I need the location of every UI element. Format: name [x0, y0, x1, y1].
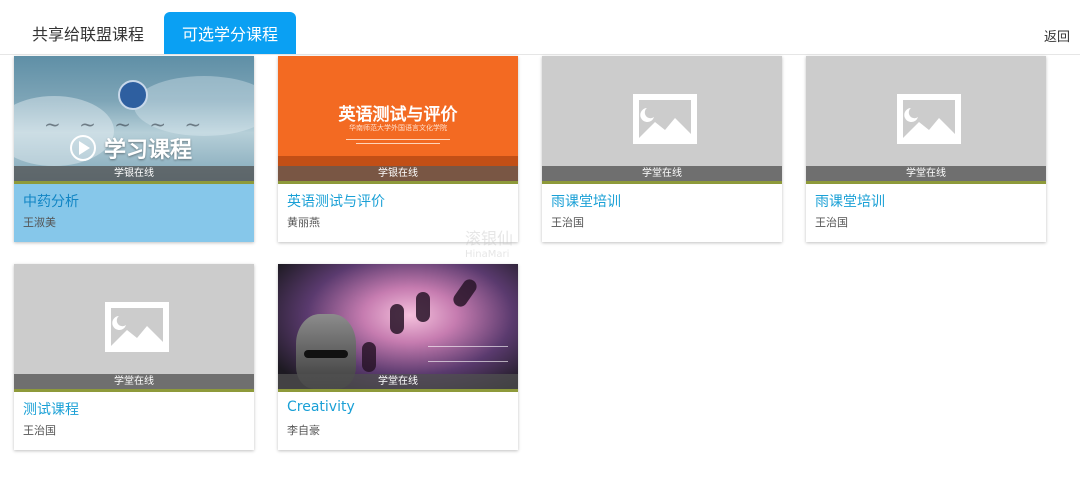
course-card[interactable]: 学堂在线 雨课堂培训 王治国	[806, 56, 1046, 242]
course-card[interactable]: 英语测试与评价 华南师范大学外国语言文化学院 学银在线 英语测试与评价 黄丽燕	[278, 56, 518, 242]
course-title[interactable]: 测试课程	[23, 399, 79, 419]
course-thumbnail: 学堂在线	[14, 264, 254, 392]
watermark-en: HinaMari	[465, 249, 510, 260]
thumbnail-title-text: 英语测试与评价	[338, 105, 458, 125]
course-teacher: 王治国	[551, 216, 584, 229]
thumbnail-subtitle-text: 华南师范大学外国语言文化学院	[349, 124, 447, 132]
back-link[interactable]: 返回	[1044, 26, 1070, 45]
thumbnail-accent-line	[278, 181, 518, 184]
course-card[interactable]: 学堂在线 雨课堂培训 王治国	[542, 56, 782, 242]
calligraphy-decoration: ~ ~ ~ ~ ~	[44, 112, 208, 136]
platform-label: 学堂在线	[14, 374, 254, 389]
thumbnail-accent-line	[14, 389, 254, 392]
tab-shared-alliance-courses[interactable]: 共享给联盟课程	[14, 12, 162, 54]
thumbnail-accent-line	[14, 181, 254, 184]
course-thumbnail: 英语测试与评价 华南师范大学外国语言文化学院 学银在线	[278, 56, 518, 184]
course-thumbnail: 学堂在线	[542, 56, 782, 184]
dancer-figure	[390, 304, 404, 334]
image-placeholder-icon	[633, 94, 697, 144]
platform-label: 学银在线	[278, 166, 518, 181]
play-banner: 学习课程	[70, 132, 192, 164]
music-staff-decoration	[428, 346, 508, 362]
image-placeholder-icon	[105, 302, 169, 352]
platform-label: 学银在线	[14, 166, 254, 181]
platform-label: 学堂在线	[278, 374, 518, 389]
university-emblem-icon	[118, 80, 148, 110]
tab-divider	[0, 54, 1080, 55]
course-tabs: 共享给联盟课程 可选学分课程	[14, 12, 297, 54]
course-title[interactable]: 雨课堂培训	[551, 191, 621, 211]
course-card[interactable]: ~ ~ ~ ~ ~ 学习课程 学银在线 中药分析 王淑美	[14, 56, 254, 242]
course-title[interactable]: Creativity	[287, 399, 355, 415]
thumbnail-band	[278, 156, 518, 166]
play-icon	[70, 135, 96, 161]
course-thumbnail: ~ ~ ~ ~ ~ 学习课程 学银在线	[14, 56, 254, 184]
glasses-shape	[304, 350, 348, 358]
course-thumbnail: 学堂在线	[806, 56, 1046, 184]
dancer-figure	[450, 276, 480, 310]
thumbnail-accent-line	[806, 181, 1046, 184]
course-teacher: 王治国	[815, 216, 848, 229]
dancer-figure	[416, 292, 430, 322]
dancer-figure	[362, 342, 376, 372]
course-thumbnail: 学堂在线	[278, 264, 518, 392]
course-title[interactable]: 雨课堂培训	[815, 191, 885, 211]
course-title[interactable]: 英语测试与评价	[287, 191, 385, 211]
thumbnail-divider	[346, 139, 450, 140]
thumbnail-divider	[356, 143, 440, 144]
platform-label: 学堂在线	[806, 166, 1046, 181]
thumbnail-accent-line	[278, 389, 518, 392]
platform-label: 学堂在线	[542, 166, 782, 181]
course-teacher: 李自豪	[287, 424, 320, 437]
course-teacher: 黄丽燕	[287, 216, 320, 229]
course-card[interactable]: 学堂在线 测试课程 王治国	[14, 264, 254, 450]
course-card[interactable]: 学堂在线 Creativity 李自豪	[278, 264, 518, 450]
course-teacher: 王治国	[23, 424, 56, 437]
thumbnail-accent-line	[542, 181, 782, 184]
course-teacher: 王淑美	[23, 216, 56, 229]
course-title[interactable]: 中药分析	[23, 191, 79, 211]
thumbnail-banner-text: 学习课程	[104, 138, 193, 163]
image-placeholder-icon	[897, 94, 961, 144]
tab-optional-credit-courses[interactable]: 可选学分课程	[164, 12, 297, 54]
